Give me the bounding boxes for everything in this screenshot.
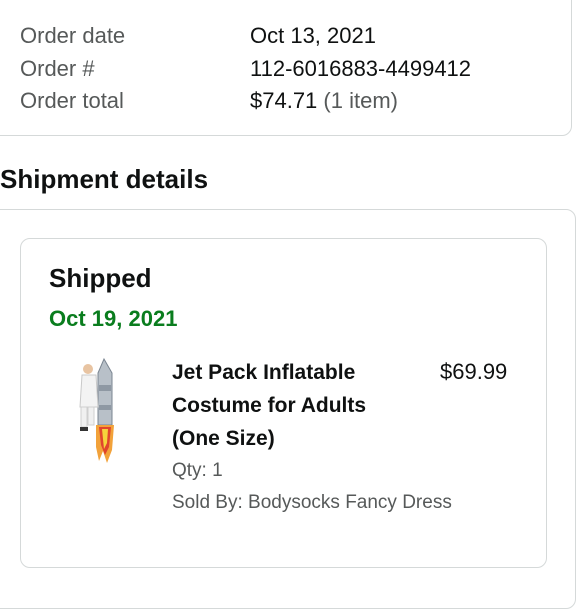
jet-pack-costume-icon [79,357,114,463]
order-total-amount: $74.71 [250,88,318,113]
product-price: $69.99 [440,359,508,384]
order-date-label: Order date [20,23,126,48]
order-total-row: Order total $74.71 (1 item) [20,87,398,115]
order-date-value: Oct 13, 2021 [250,23,376,48]
product-image[interactable] [74,355,124,465]
shipment-date: Oct 19, 2021 [49,306,178,331]
order-number-value: 112-6016883-4499412 [250,56,472,81]
shipment-details-heading: Shipment details [0,164,209,194]
order-total-value: $74.71 (1 item) [250,87,398,115]
order-total-item-count: (1 item) [323,88,398,113]
product-title-link[interactable]: Jet Pack Inflatable Costume for Adults (… [172,356,412,455]
product-quantity: Qty: 1 [172,460,223,481]
order-number-row: Order # 112-6016883-4499412 [20,55,471,83]
product-seller: Sold By: Bodysocks Fancy Dress [172,492,452,513]
order-total-label: Order total [20,88,124,113]
order-number-label: Order # [20,56,95,81]
shipment-status: Shipped [49,263,152,293]
order-date-row: Order date Oct 13, 2021 [20,22,376,50]
